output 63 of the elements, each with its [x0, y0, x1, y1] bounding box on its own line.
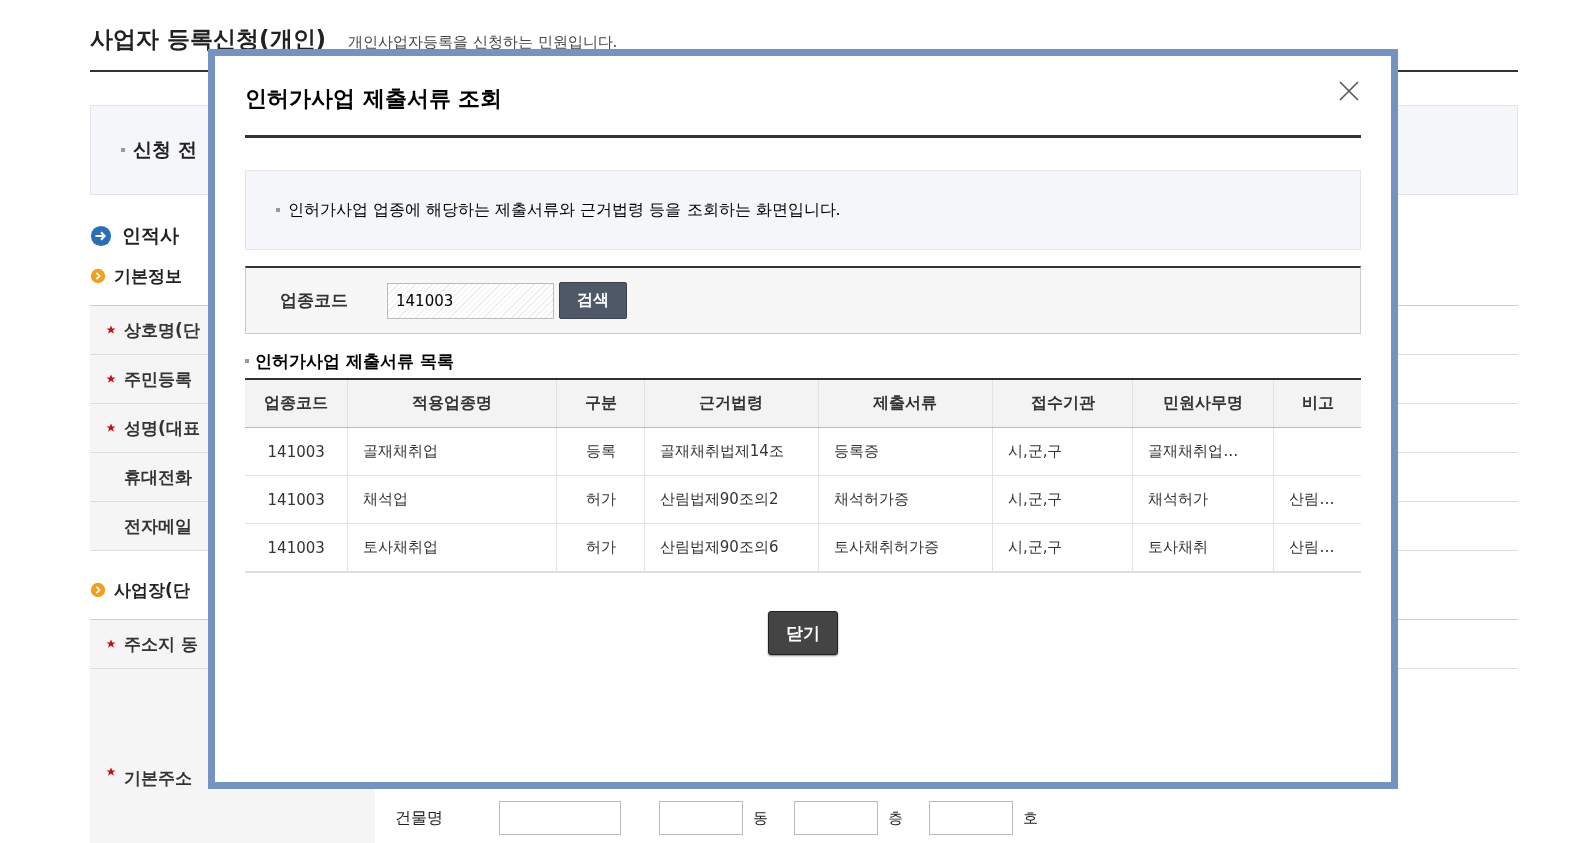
table-cell: 골재채취업	[347, 427, 557, 476]
table-cell: 시,군,구	[992, 427, 1133, 476]
table-cell: 시,군,구	[992, 523, 1133, 572]
notice-text: 신청 전	[133, 137, 197, 162]
field-label: 기본주소	[124, 767, 192, 790]
subsection-heading: 기본정보	[114, 264, 182, 288]
table-cell: 골재채취업…	[1132, 427, 1274, 476]
table-cell: 시,군,구	[992, 475, 1133, 524]
close-dialog-button[interactable]: 닫기	[768, 611, 838, 655]
page-subtitle: 개인사업자등록을 신청하는 민원입니다.	[348, 33, 618, 52]
table-cell: 토사채취	[1132, 523, 1274, 572]
table-cell: 토사채취허가증	[818, 523, 993, 572]
column-header: 민원사무명	[1132, 379, 1274, 428]
subsection-heading: 사업장(단	[114, 578, 190, 602]
column-header: 제출서류	[818, 379, 993, 428]
close-button[interactable]	[1337, 78, 1361, 103]
industry-code-field[interactable]: 141003	[387, 282, 554, 319]
search-button[interactable]: 검색	[559, 282, 627, 319]
table-cell: 산림법제90조의2	[644, 475, 819, 524]
table-cell: 산림…	[1273, 475, 1361, 524]
table-cell: 허가	[556, 523, 645, 572]
chevron-circle-icon	[90, 268, 106, 284]
field-label: 상호명(단	[124, 318, 200, 342]
table-cell: 141003	[245, 475, 348, 524]
unit-label: 층	[888, 808, 903, 828]
column-header: 접수기관	[992, 379, 1133, 428]
modal-title: 인허가사업 제출서류 조회	[245, 84, 503, 113]
table-cell: 채석허가	[1132, 475, 1274, 524]
field-label: 휴대전화	[124, 465, 192, 489]
table-cell: 허가	[556, 475, 645, 524]
chevron-circle-icon	[90, 582, 106, 598]
table-cell: 141003	[245, 427, 348, 476]
input-field[interactable]	[659, 801, 743, 835]
description-text: 인허가사업 업종에 해당하는 제출서류와 근거법령 등을 조회하는 화면입니다.	[288, 199, 841, 221]
table-cell: 산림…	[1273, 523, 1361, 572]
table-cell: 산림법제90조의6	[644, 523, 819, 572]
input-field[interactable]	[794, 801, 878, 835]
column-header: 구분	[556, 379, 645, 428]
column-header: 비고	[1273, 379, 1361, 428]
search-label: 업종코드	[280, 289, 349, 312]
input-field[interactable]	[929, 801, 1013, 835]
table-cell: 141003	[245, 523, 348, 572]
field-label: 성명(대표	[124, 416, 200, 440]
unit-label: 호	[1023, 808, 1038, 828]
table-cell: 채석허가증	[818, 475, 993, 524]
table-cell: 등록	[556, 427, 645, 476]
field-label: 주민등록	[124, 367, 192, 391]
arrow-circle-icon	[90, 225, 112, 247]
field-label: 전자메일	[124, 514, 192, 538]
close-icon	[1339, 80, 1359, 101]
table-cell: 토사채취업	[347, 523, 557, 572]
column-header: 적용업종명	[347, 379, 557, 428]
list-title: 인허가사업 제출서류 목록	[255, 349, 454, 373]
table-cell: 골재채취법제14조	[644, 427, 819, 476]
building-name-field[interactable]	[499, 801, 621, 835]
table-cell: 채석업	[347, 475, 557, 524]
table-cell: 등록증	[818, 427, 993, 476]
unit-label: 동	[753, 808, 768, 828]
column-header: 업종코드	[245, 379, 348, 428]
column-header: 근거법령	[644, 379, 819, 428]
field-label: 주소지 동	[124, 632, 198, 656]
building-label: 건물명	[395, 807, 444, 829]
section-heading: 인적사	[122, 223, 179, 248]
